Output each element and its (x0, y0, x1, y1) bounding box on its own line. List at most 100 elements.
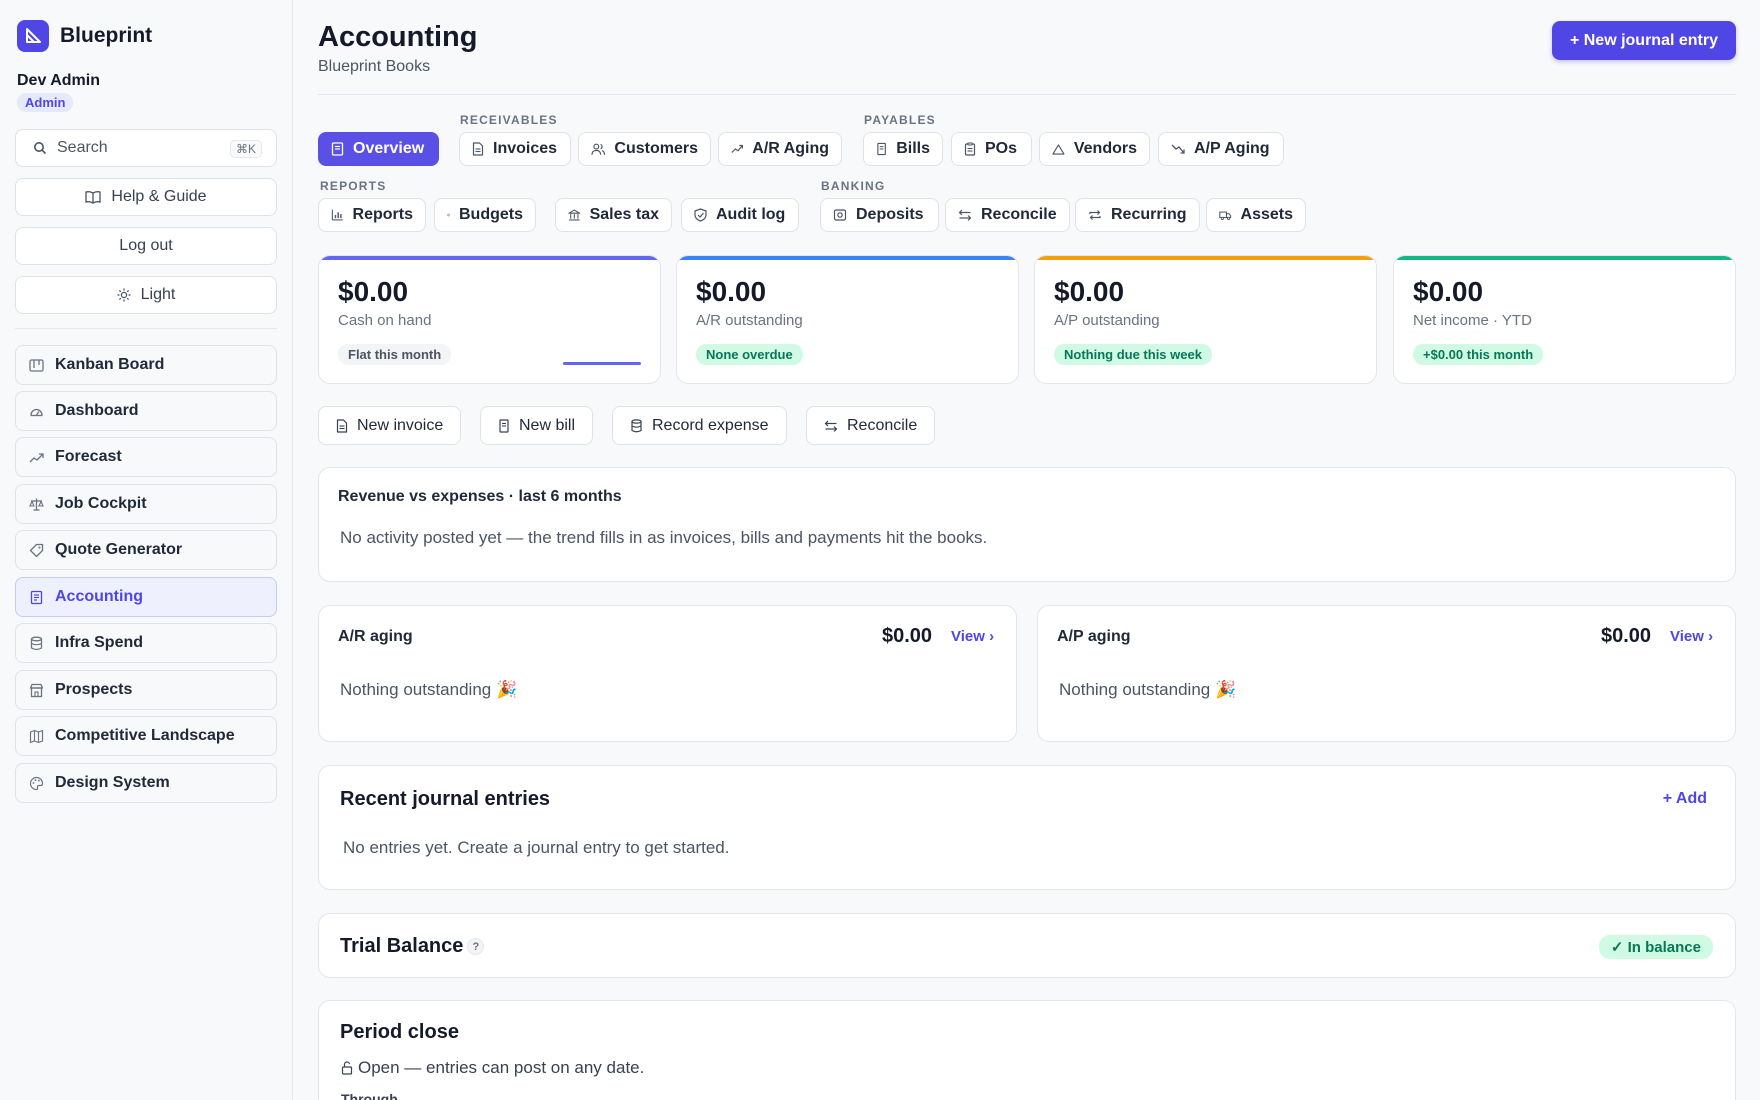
reconcile-button[interactable]: Reconcile (806, 406, 936, 445)
new-invoice-button[interactable]: New invoice (318, 406, 462, 445)
tab-customers[interactable]: Customers (578, 132, 711, 166)
kpi-label: A/P outstanding (1054, 312, 1160, 329)
payables-group-label: PAYABLES (864, 113, 936, 127)
document-icon (472, 142, 484, 156)
tab-label: A/P Aging (1194, 140, 1270, 157)
sidebar-item-design-system[interactable]: Design System (15, 763, 277, 803)
balance-status-badge: ✓ In balance (1598, 935, 1713, 959)
help-button[interactable]: Help & Guide (15, 178, 277, 216)
sidebar-item-quote-generator[interactable]: Quote Generator (15, 530, 277, 570)
tab-label: Assets (1240, 206, 1293, 223)
database-icon (631, 418, 642, 432)
ar-aging-view-link[interactable]: View › (951, 628, 994, 645)
card-title: A/P aging (1057, 628, 1131, 645)
sidebar-item-label: Competitive Landscape (55, 727, 235, 744)
bank-icon (568, 209, 581, 221)
tab-label: Sales tax (589, 206, 659, 223)
quick-action-label: Reconcile (847, 416, 918, 434)
period-status: Open — entries can post on any date. (341, 1058, 644, 1078)
repeat-icon (1089, 210, 1101, 220)
new-journal-entry-button[interactable]: + New journal entry (1551, 21, 1736, 60)
user-name: Dev Admin (17, 72, 100, 89)
tab-label: POs (985, 140, 1018, 157)
sidebar-item-competitive-landscape[interactable]: Competitive Landscape (15, 716, 277, 756)
trial-balance-card[interactable]: Trial Balance? ✓ In balance (318, 913, 1736, 978)
new-bill-button[interactable]: New bill (480, 406, 594, 445)
tab-bills[interactable]: Bills (863, 132, 943, 166)
card-title: Trial Balance (340, 935, 464, 957)
record-expense-button[interactable]: Record expense (612, 406, 787, 445)
kpi-label: Net income · YTD (1413, 312, 1532, 329)
sidebar-item-infra-spend[interactable]: Infra Spend (15, 623, 277, 663)
sidebar-item-dashboard[interactable]: Dashboard (15, 391, 277, 431)
kpi-value: $0.00 (1054, 276, 1125, 307)
sidebar-divider (15, 328, 277, 329)
receivables-group-label: RECEIVABLES (460, 113, 558, 127)
map-icon (29, 729, 44, 743)
kpi-trend-badge: Flat this month (338, 344, 452, 365)
search-button[interactable]: Search ⌘K (15, 129, 277, 167)
shield-check-icon (694, 208, 707, 222)
tab-sales-tax[interactable]: Sales tax (555, 198, 672, 232)
tab-ar-aging[interactable]: A/R Aging (718, 132, 842, 166)
clipboard-icon (964, 142, 976, 156)
brand[interactable]: Blueprint (17, 20, 152, 52)
kpi-label: Cash on hand (338, 312, 432, 329)
theme-toggle[interactable]: Light (15, 276, 277, 314)
tab-ap-aging[interactable]: A/P Aging (1158, 132, 1284, 166)
tab-budgets[interactable]: Budgets (434, 198, 536, 232)
tab-label: Recurring (1111, 206, 1187, 223)
swap-icon (958, 209, 972, 221)
app-name: Blueprint (60, 24, 153, 47)
bar-chart-icon (331, 209, 343, 221)
through-label: Through (341, 1091, 398, 1100)
trend-up-icon (29, 452, 44, 462)
ap-aging-view-link[interactable]: View › (1670, 628, 1713, 645)
sidebar-item-kanban-board[interactable]: Kanban Board (15, 345, 277, 385)
sidebar-item-forecast[interactable]: Forecast (15, 437, 277, 477)
cash-icon (833, 209, 847, 221)
book-icon (85, 191, 102, 204)
kpi-accent-bar (677, 256, 1018, 260)
kpi-label: A/R outstanding (696, 312, 803, 329)
add-journal-entry-link[interactable]: + Add (1663, 790, 1707, 808)
sidebar-item-label: Job Cockpit (55, 495, 147, 512)
quick-action-label: Record expense (652, 416, 769, 434)
kpi-status-badge: None overdue (696, 344, 803, 365)
tab-assets[interactable]: Assets (1206, 198, 1306, 232)
tab-pos[interactable]: POs (951, 132, 1032, 166)
tab-label: Reconcile (981, 206, 1057, 223)
tab-overview[interactable]: Overview (318, 132, 439, 166)
sidebar-item-job-cockpit[interactable]: Job Cockpit (15, 484, 277, 524)
kpi-trend-badge: +$0.00 this month (1413, 344, 1544, 365)
card-title: Period close (340, 1021, 459, 1043)
kpi-value: $0.00 (338, 276, 409, 307)
tab-audit-log[interactable]: Audit log (681, 198, 799, 232)
ap-aging-card: A/P aging $0.00 View › Nothing outstandi… (1037, 605, 1736, 742)
reports-group-label: REPORTS (320, 179, 387, 193)
tab-deposits[interactable]: Deposits (820, 198, 939, 232)
tab-label: Invoices (493, 140, 558, 157)
database-icon (30, 636, 43, 650)
tab-recurring[interactable]: Recurring (1075, 198, 1200, 232)
trend-up-icon (731, 144, 743, 153)
sidebar-item-label: Forecast (55, 448, 122, 465)
kpi-card-ap-outstanding: $0.00 A/P outstanding Nothing due this w… (1034, 255, 1377, 384)
tab-invoices[interactable]: Invoices (459, 132, 571, 166)
ap-aging-amount: $0.00 (1601, 625, 1652, 647)
sidebar-item-label: Design System (55, 774, 170, 791)
sidebar-item-accounting[interactable]: Accounting (15, 577, 277, 617)
empty-state-text: No activity posted yet — the trend fills… (340, 528, 988, 547)
sidebar-item-prospects[interactable]: Prospects (15, 670, 277, 710)
users-icon (591, 143, 606, 155)
kpi-accent-bar (1035, 256, 1376, 260)
tab-vendors[interactable]: Vendors (1039, 132, 1150, 166)
tab-reports[interactable]: Reports (318, 198, 426, 232)
revenue-expenses-card: Revenue vs expenses · last 6 months No a… (318, 467, 1736, 582)
tab-reconcile[interactable]: Reconcile (945, 198, 1070, 232)
logout-label: Log out (119, 237, 173, 254)
help-icon[interactable]: ? (467, 938, 485, 956)
sidebar: Blueprint Dev Admin Admin Search ⌘K Help… (0, 0, 293, 1100)
tab-label: A/R Aging (752, 140, 829, 157)
logout-button[interactable]: Log out (15, 227, 277, 265)
